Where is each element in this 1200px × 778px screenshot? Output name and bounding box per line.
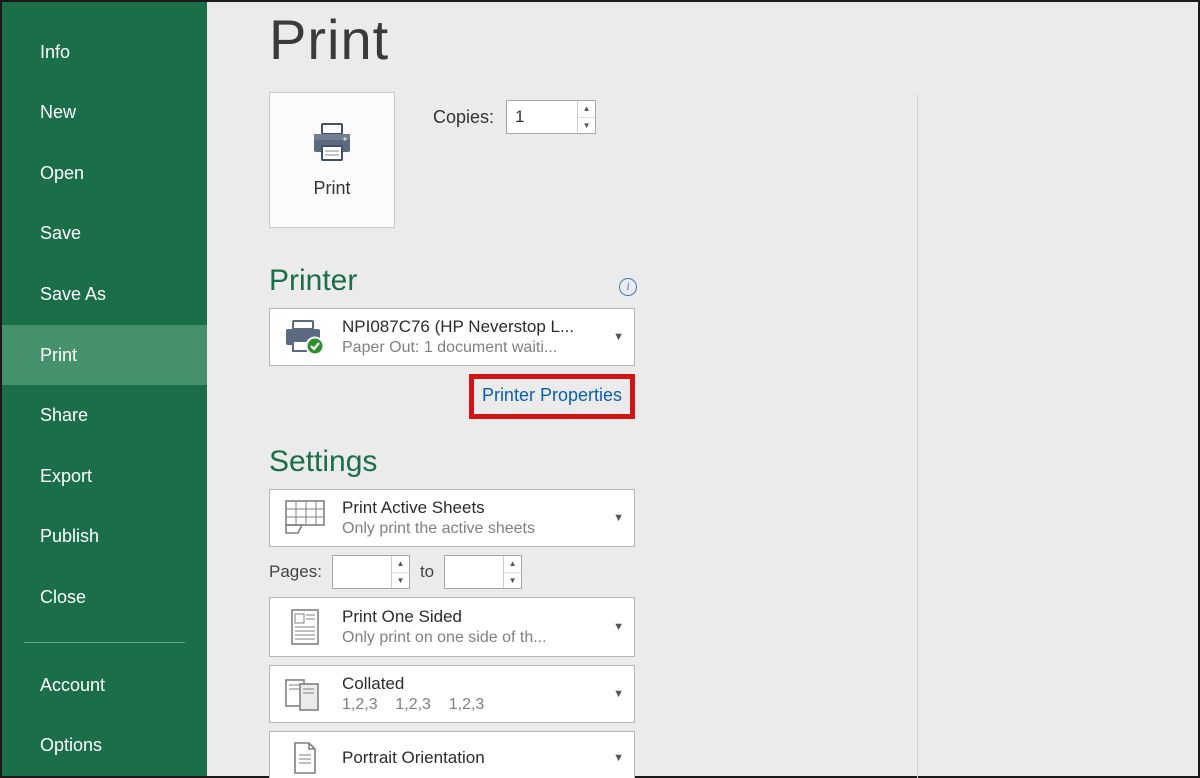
sidebar-item-label: Options — [40, 735, 102, 756]
sidebar-item-publish[interactable]: Publish — [2, 507, 207, 568]
sidebar-item-print[interactable]: Print — [2, 325, 207, 386]
print-area-sub: Only print the active sheets — [342, 520, 597, 538]
orientation-dropdown[interactable]: Portrait Orientation ▼ — [269, 731, 635, 778]
pages-from-input[interactable] — [333, 556, 391, 588]
info-icon[interactable]: i — [619, 278, 637, 296]
print-area-dropdown[interactable]: Print Active Sheets Only print the activ… — [269, 489, 635, 547]
sidebar-item-account[interactable]: Account — [2, 655, 207, 716]
collation-title: Collated — [342, 674, 597, 694]
print-backstage-panel: Print Print Copies: — [207, 2, 1198, 776]
one-sided-icon — [280, 606, 330, 648]
backstage-sidebar: Info New Open Save Save As Print Share E… — [2, 2, 207, 776]
sidebar-item-options[interactable]: Options — [2, 715, 207, 776]
sides-title: Print One Sided — [342, 607, 597, 627]
orientation-title: Portrait Orientation — [342, 748, 597, 768]
chevron-down-icon: ▼ — [613, 752, 624, 764]
sidebar-item-open[interactable]: Open — [2, 143, 207, 204]
pages-from-down-icon[interactable]: ▼ — [392, 572, 409, 589]
settings-section-title: Settings — [269, 445, 639, 479]
printer-name: NPI087C76 (HP Neverstop L... — [342, 317, 597, 337]
sidebar-item-label: Open — [40, 163, 84, 184]
sidebar-item-export[interactable]: Export — [2, 446, 207, 507]
sidebar-item-label: Publish — [40, 526, 99, 547]
sidebar-item-label: Account — [40, 675, 105, 696]
pages-to-stepper[interactable]: ▲ ▼ — [444, 555, 522, 589]
sheets-grid-icon — [280, 499, 330, 537]
pages-label: Pages: — [269, 562, 322, 582]
pages-to-up-icon[interactable]: ▲ — [504, 556, 521, 572]
pages-to-label: to — [420, 562, 434, 582]
sidebar-item-label: Close — [40, 587, 86, 608]
print-button[interactable]: Print — [269, 92, 395, 228]
printer-section-title: Printer — [269, 264, 357, 298]
sidebar-item-info[interactable]: Info — [2, 22, 207, 83]
chevron-down-icon: ▼ — [613, 512, 624, 524]
print-button-label: Print — [313, 178, 350, 199]
sidebar-item-new[interactable]: New — [2, 82, 207, 143]
page-title: Print — [269, 7, 1198, 72]
sides-sub: Only print on one side of th... — [342, 629, 597, 647]
portrait-icon — [280, 740, 330, 776]
pages-from-up-icon[interactable]: ▲ — [392, 556, 409, 572]
printer-ready-icon — [280, 319, 330, 355]
pages-to-down-icon[interactable]: ▼ — [504, 572, 521, 589]
preview-divider — [917, 94, 918, 778]
copies-down-icon[interactable]: ▼ — [578, 117, 595, 134]
sidebar-item-label: Save — [40, 223, 81, 244]
sidebar-item-saveas[interactable]: Save As — [2, 264, 207, 325]
chevron-down-icon: ▼ — [613, 331, 624, 343]
sidebar-item-close[interactable]: Close — [2, 567, 207, 628]
printer-properties-link[interactable]: Printer Properties — [469, 374, 635, 419]
sidebar-separator — [24, 642, 185, 643]
printer-status: Paper Out: 1 document waiti... — [342, 339, 597, 357]
collation-sub: 1,2,3 1,2,3 1,2,3 — [342, 696, 597, 714]
copies-label: Copies: — [433, 107, 494, 128]
print-area-title: Print Active Sheets — [342, 498, 597, 518]
sides-dropdown[interactable]: Print One Sided Only print on one side o… — [269, 597, 635, 657]
sidebar-item-label: Info — [40, 42, 70, 63]
printer-icon — [308, 122, 356, 164]
sidebar-item-label: New — [40, 102, 76, 123]
sidebar-item-label: Save As — [40, 284, 106, 305]
sidebar-item-label: Export — [40, 466, 92, 487]
pages-to-input[interactable] — [445, 556, 503, 588]
copies-up-icon[interactable]: ▲ — [578, 101, 595, 117]
copies-stepper[interactable]: ▲ ▼ — [506, 100, 596, 134]
copies-input[interactable] — [507, 101, 577, 133]
sidebar-item-share[interactable]: Share — [2, 385, 207, 446]
printer-select-dropdown[interactable]: NPI087C76 (HP Neverstop L... Paper Out: … — [269, 308, 635, 366]
pages-from-stepper[interactable]: ▲ ▼ — [332, 555, 410, 589]
chevron-down-icon: ▼ — [613, 688, 624, 700]
collation-dropdown[interactable]: Collated 1,2,3 1,2,3 1,2,3 ▼ — [269, 665, 635, 723]
sidebar-item-save[interactable]: Save — [2, 204, 207, 265]
collated-icon — [280, 674, 330, 714]
sidebar-item-label: Share — [40, 405, 88, 426]
sidebar-item-label: Print — [40, 345, 77, 366]
chevron-down-icon: ▼ — [613, 621, 624, 633]
